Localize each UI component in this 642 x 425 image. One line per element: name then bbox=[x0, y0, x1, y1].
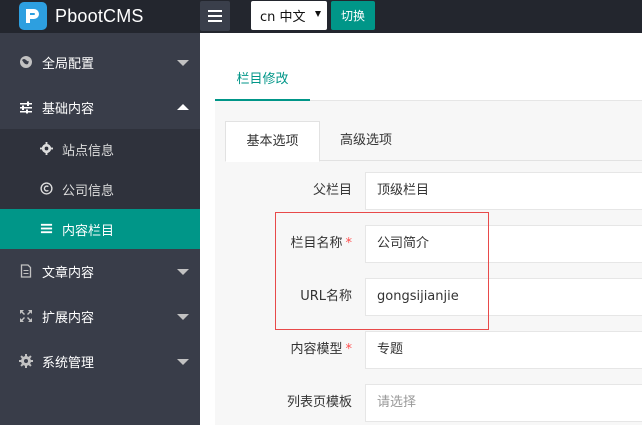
brand-name: PbootCMS bbox=[55, 5, 144, 26]
logo[interactable]: PbootCMS bbox=[19, 2, 144, 30]
highlight-annotation-box bbox=[275, 212, 489, 330]
tab-column-edit[interactable]: 栏目修改 bbox=[215, 61, 310, 101]
file-icon bbox=[20, 264, 32, 278]
globe-icon bbox=[20, 56, 32, 68]
tab-basic-options[interactable]: 基本选项 bbox=[225, 121, 320, 162]
gear-icon bbox=[40, 142, 53, 155]
form-row-model: 内容模型 * 专题 bbox=[215, 331, 642, 369]
sidebar-item-company-info[interactable]: 公司信息 bbox=[0, 169, 200, 209]
pboot-logo-icon bbox=[19, 2, 47, 30]
sidebar-item-content-columns[interactable]: 内容栏目 bbox=[0, 209, 200, 249]
hamburger-icon bbox=[208, 10, 222, 12]
chevron-down-icon bbox=[177, 269, 189, 275]
list-template-label: 列表页模板 bbox=[286, 395, 352, 410]
parent-select[interactable]: 顶级栏目 bbox=[365, 172, 642, 210]
chevron-down-icon bbox=[177, 314, 189, 320]
list-template-select[interactable]: 请选择 bbox=[365, 384, 642, 422]
chevron-down-icon bbox=[177, 60, 189, 66]
sidebar-item-system-management[interactable]: 系统管理 bbox=[0, 339, 200, 384]
top-bar: PbootCMS cn 中文 切换 bbox=[0, 0, 642, 33]
sub-menu: 站点信息 公司信息 内容栏目 bbox=[0, 129, 200, 249]
chevron-down-icon bbox=[177, 359, 189, 365]
language-select[interactable]: cn 中文 bbox=[251, 1, 327, 30]
tab-advanced-options[interactable]: 高级选项 bbox=[331, 121, 401, 162]
copyright-icon bbox=[40, 182, 53, 195]
sidebar: 全局配置 基础内容 站点信息 公司信息 内容栏目 文章内容 扩展内容 系统管理 bbox=[0, 33, 200, 425]
chevron-up-icon bbox=[177, 104, 189, 110]
form-row-list-template: 列表页模板 请选择 bbox=[215, 384, 642, 422]
sliders-icon bbox=[20, 101, 32, 114]
menu-toggle-button[interactable] bbox=[200, 1, 230, 31]
model-label: 内容模型 * bbox=[290, 342, 353, 357]
list-icon bbox=[40, 223, 53, 234]
gear-icon bbox=[19, 354, 33, 368]
sidebar-item-basic-content[interactable]: 基础内容 bbox=[0, 85, 200, 130]
language-value: cn 中文 bbox=[260, 10, 306, 25]
sidebar-item-article-content[interactable]: 文章内容 bbox=[0, 249, 200, 294]
caret-down-icon bbox=[315, 11, 321, 17]
parent-label: 父栏目 bbox=[312, 183, 352, 198]
sidebar-item-extended-content[interactable]: 扩展内容 bbox=[0, 294, 200, 339]
expand-icon bbox=[20, 310, 32, 322]
form-row-parent: 父栏目 顶级栏目 bbox=[215, 172, 642, 210]
sidebar-item-global-config[interactable]: 全局配置 bbox=[0, 40, 200, 85]
switch-language-button[interactable]: 切换 bbox=[331, 1, 375, 30]
sidebar-item-site-info[interactable]: 站点信息 bbox=[0, 129, 200, 169]
required-mark: * bbox=[345, 342, 353, 357]
page-tab-bar: 栏目修改 bbox=[215, 61, 642, 101]
content-model-select[interactable]: 专题 bbox=[365, 331, 642, 369]
form-tab-bar: 基本选项 高级选项 bbox=[225, 121, 642, 162]
